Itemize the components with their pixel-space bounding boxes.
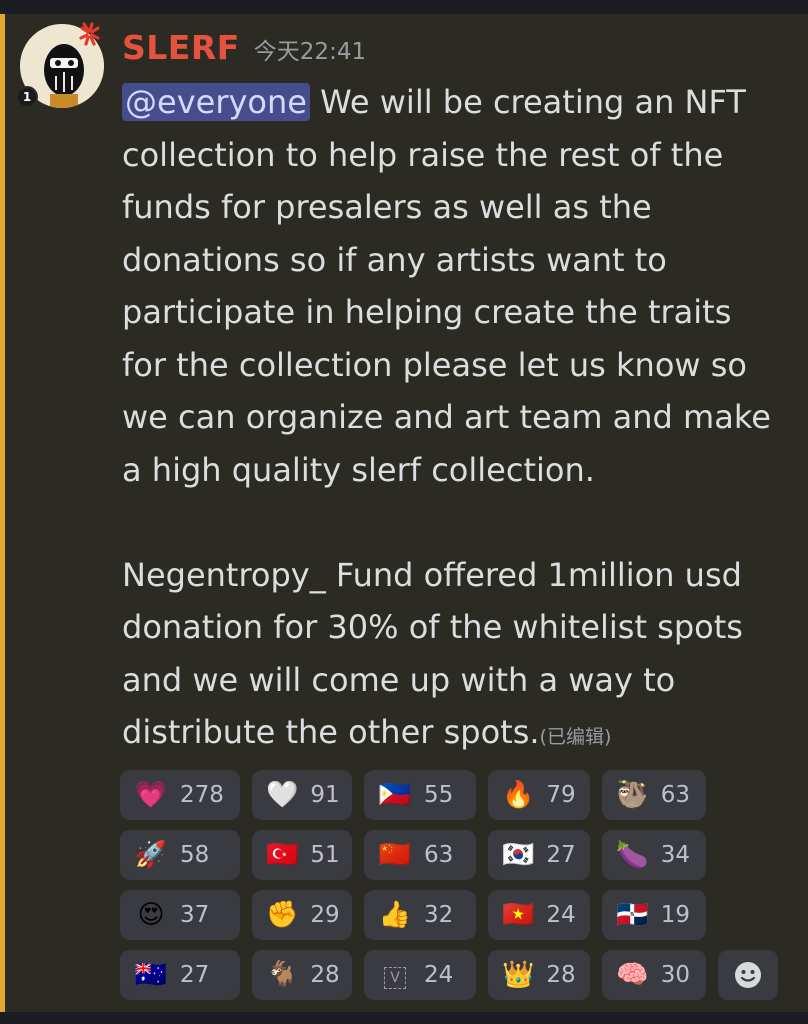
australia-flag-icon: 🇦🇺 bbox=[134, 960, 168, 990]
reaction-chip[interactable]: 🇦🇺 27 bbox=[120, 950, 240, 1000]
reaction-chip[interactable]: V 24 bbox=[364, 950, 476, 1000]
reaction-chip[interactable]: 🇵🇭 55 bbox=[364, 770, 476, 820]
philippines-flag-icon: 🇵🇭 bbox=[378, 780, 412, 810]
message-line: we can organize and art team and make bbox=[122, 398, 771, 436]
reaction-row: 😍 37 ✊ 29 👍 32 🇻🇳 24 🇩🇴 19 bbox=[120, 890, 800, 940]
reaction-count: 58 bbox=[180, 842, 210, 868]
reaction-count: 37 bbox=[180, 902, 210, 928]
sloth-icon: 🦥 bbox=[616, 780, 649, 810]
reaction-chip[interactable]: 🐐 28 bbox=[252, 950, 352, 1000]
reaction-row: 🚀 58 🇹🇷 51 🇨🇳 63 🇰🇷 27 🍆 34 bbox=[120, 830, 800, 880]
reaction-count: 34 bbox=[660, 842, 690, 868]
korea-flag-icon: 🇰🇷 bbox=[502, 840, 535, 870]
reaction-chip[interactable]: 🚀 58 bbox=[120, 830, 240, 880]
username[interactable]: SLERF bbox=[122, 28, 240, 67]
message-text: We will be creating an NFT bbox=[309, 83, 746, 121]
reaction-chip[interactable]: 🦥 63 bbox=[602, 770, 706, 820]
reaction-chip[interactable]: 🍆 34 bbox=[602, 830, 706, 880]
timestamp: 今天22:41 bbox=[253, 39, 367, 65]
reaction-count: 19 bbox=[660, 902, 690, 928]
reaction-count: 24 bbox=[424, 962, 454, 988]
message-line: @everyone We will be creating an NFT bbox=[122, 76, 794, 129]
reaction-count: 30 bbox=[660, 962, 690, 988]
reaction-chip[interactable]: 👍 32 bbox=[364, 890, 476, 940]
reaction-row: 💗 278 🤍 91 🇵🇭 55 🔥 79 🦥 63 bbox=[120, 770, 800, 820]
message-line: a high quality slerf collection. bbox=[122, 450, 595, 489]
message-line: donations so if any artists want to bbox=[122, 240, 667, 279]
edited-label: (已编辑) bbox=[539, 726, 612, 748]
reaction-chip[interactable]: 🇩🇴 19 bbox=[602, 890, 706, 940]
reactions-bar: 💗 278 🤍 91 🇵🇭 55 🔥 79 🦥 63 🚀 58 🇹🇷 51 🇨🇳 63 🇰🇷 27 🍆 34 😍 37 ✊ 2… bbox=[120, 770, 800, 1010]
reaction-row: 🇦🇺 27 🐐 28 V 24 👑 28 🧠 30 bbox=[120, 950, 800, 1000]
message-line: participate in helping create the traits bbox=[122, 293, 732, 331]
top-edge bbox=[0, 0, 808, 14]
chat-view: 1 SLERF 今天22:41 @everyone We will be cre… bbox=[0, 0, 808, 1024]
reaction-chip[interactable]: 🧠 30 bbox=[602, 950, 706, 1000]
message-header: SLERF 今天22:41 bbox=[122, 28, 366, 68]
add-reaction-button[interactable] bbox=[718, 950, 778, 1000]
reaction-chip[interactable]: 🇨🇳 63 bbox=[364, 830, 476, 880]
message-content: @everyone We will be creating an NFT col… bbox=[122, 76, 794, 764]
v-box-icon: V bbox=[378, 961, 412, 989]
message-text: distribute the other spots. bbox=[122, 713, 540, 751]
reaction-count: 79 bbox=[546, 782, 576, 808]
brain-icon: 🧠 bbox=[616, 960, 649, 990]
message-line: for the collection please let us know so bbox=[122, 345, 747, 384]
anger-symbol-icon bbox=[79, 22, 100, 46]
reaction-chip[interactable]: 👑 28 bbox=[488, 950, 590, 1000]
message-line: distribute the other spots.(已编辑) bbox=[122, 706, 794, 764]
message-line: Negentropy_ Fund offered 1million usd bbox=[122, 555, 742, 594]
reaction-chip[interactable]: 🔥 79 bbox=[488, 770, 590, 820]
reaction-count: 28 bbox=[310, 962, 340, 988]
goat-icon: 🐐 bbox=[266, 960, 299, 990]
reaction-chip[interactable]: ✊ 29 bbox=[252, 890, 352, 940]
reaction-count: 28 bbox=[546, 962, 576, 988]
reaction-count: 91 bbox=[310, 782, 340, 808]
reaction-count: 27 bbox=[180, 962, 210, 988]
reaction-count: 51 bbox=[310, 842, 340, 868]
raised-fist-icon: ✊ bbox=[266, 900, 299, 930]
rocket-icon: 🚀 bbox=[134, 840, 168, 870]
reaction-count: 27 bbox=[546, 842, 576, 868]
reaction-count: 32 bbox=[424, 902, 454, 928]
heart-eyes-icon: 😍 bbox=[137, 900, 165, 930]
fire-icon: 🔥 bbox=[502, 780, 535, 810]
china-flag-icon: 🇨🇳 bbox=[378, 840, 412, 870]
mention-highlight-bar bbox=[0, 14, 5, 1012]
reaction-chip[interactable]: 🇹🇷 51 bbox=[252, 830, 352, 880]
reaction-count: 29 bbox=[310, 902, 340, 928]
message-line: donation for 30% of the whitelist spots bbox=[122, 608, 743, 646]
reaction-chip[interactable]: 🤍 91 bbox=[252, 770, 352, 820]
message-line: collection to help raise the rest of the bbox=[122, 135, 724, 174]
eggplant-icon: 🍆 bbox=[616, 840, 649, 870]
reaction-count: 278 bbox=[180, 782, 224, 808]
pink-heart-icon: 💗 bbox=[134, 780, 168, 810]
reaction-count: 63 bbox=[424, 842, 454, 868]
reaction-chip[interactable]: 🇰🇷 27 bbox=[488, 830, 590, 880]
white-heart-icon: 🤍 bbox=[266, 780, 299, 810]
reaction-chip[interactable]: 🇻🇳 24 bbox=[488, 890, 590, 940]
everyone-mention[interactable]: @everyone bbox=[122, 83, 310, 121]
smiley-add-icon bbox=[735, 962, 761, 988]
message-line: funds for presalers as well as the bbox=[122, 188, 652, 226]
dominican-flag-icon: 🇩🇴 bbox=[616, 900, 649, 930]
reaction-count: 24 bbox=[546, 902, 576, 928]
reaction-count: 63 bbox=[660, 782, 690, 808]
bottom-edge bbox=[0, 1012, 808, 1024]
vietnam-flag-icon: 🇻🇳 bbox=[502, 900, 535, 930]
reaction-chip[interactable]: 💗 278 bbox=[120, 770, 240, 820]
thumbs-up-icon: 👍 bbox=[378, 900, 412, 930]
crown-icon: 👑 bbox=[502, 960, 535, 990]
turkey-flag-icon: 🇹🇷 bbox=[266, 840, 299, 870]
avatar-level-badge: 1 bbox=[16, 86, 38, 108]
message-line: and we will come up with a way to bbox=[122, 660, 676, 699]
reaction-count: 55 bbox=[424, 782, 454, 808]
reaction-chip[interactable]: 😍 37 bbox=[120, 890, 240, 940]
